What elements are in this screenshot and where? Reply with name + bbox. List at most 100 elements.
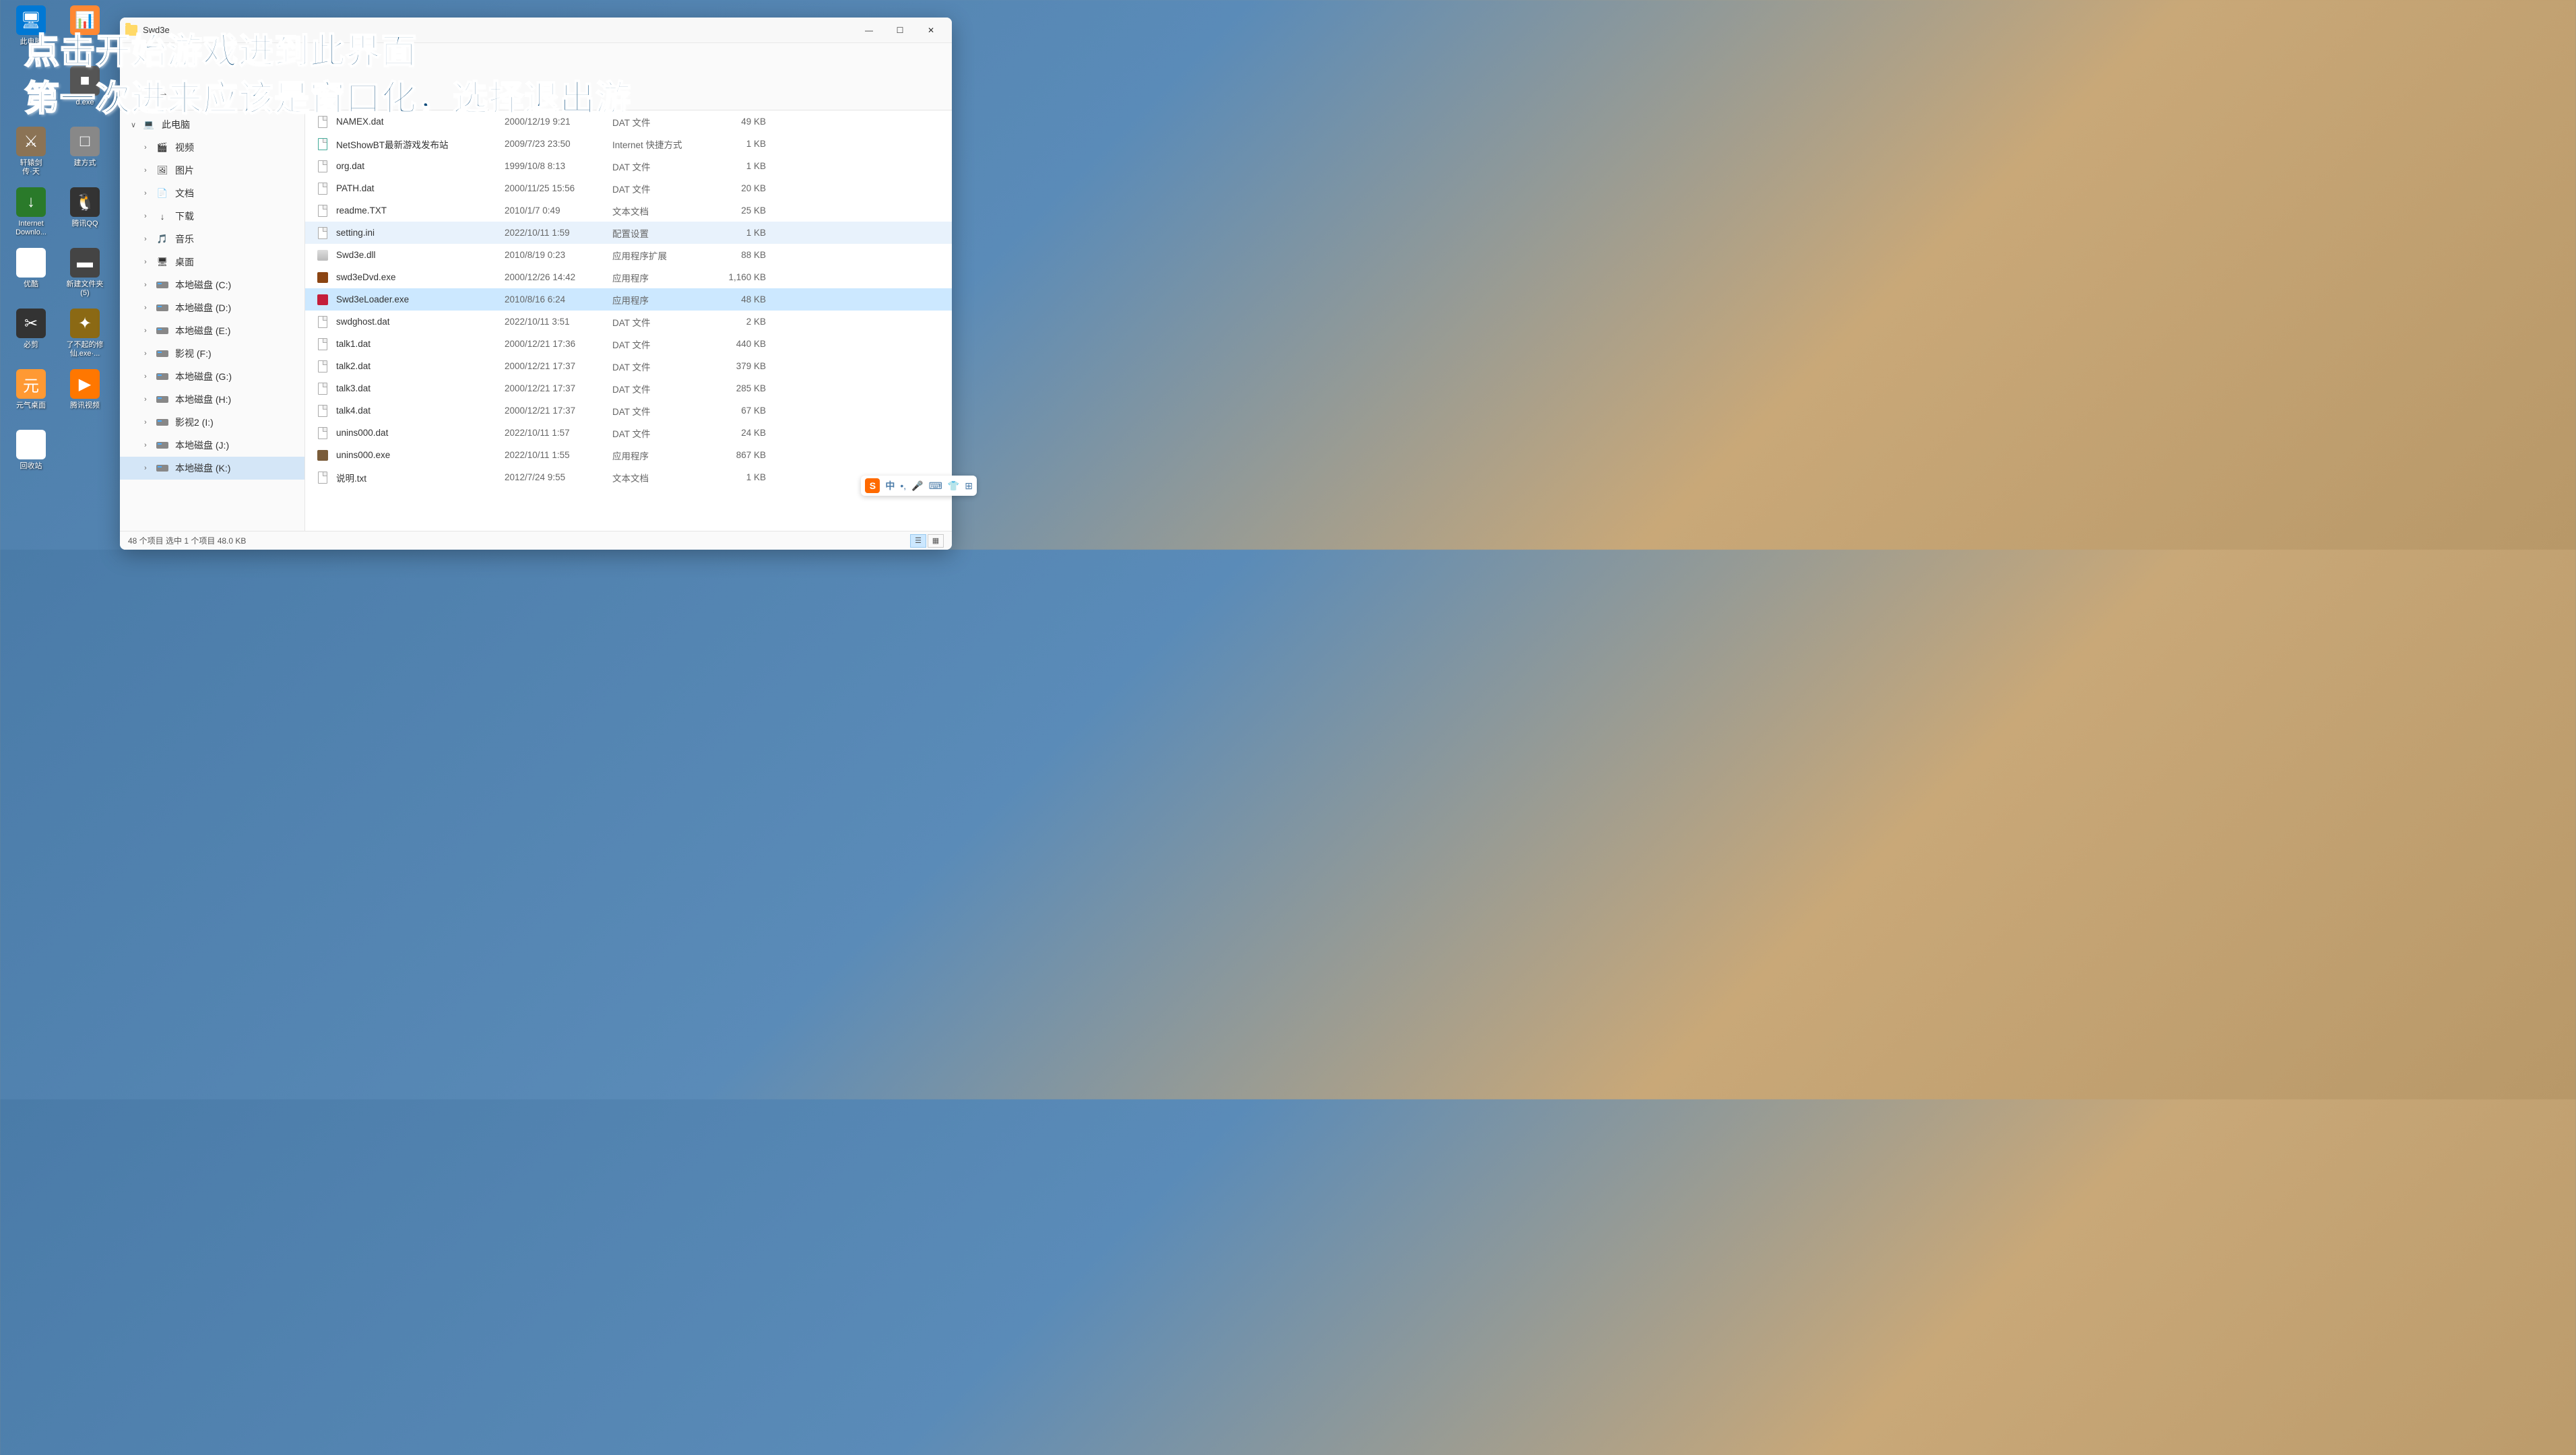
desktop-icon[interactable]: □建方式: [61, 127, 109, 168]
desktop-icon[interactable]: 元元气桌面: [7, 369, 55, 410]
file-list[interactable]: NAMEX.dat2000/12/19 9:21DAT 文件49 KBNetSh…: [305, 110, 952, 531]
ime-mode[interactable]: 中: [885, 479, 895, 492]
sogou-icon[interactable]: S: [865, 478, 880, 493]
file-row[interactable]: talk1.dat2000/12/21 17:36DAT 文件440 KB: [305, 333, 952, 355]
tree-item[interactable]: ›🎵音乐: [120, 228, 304, 251]
chevron-icon[interactable]: ›: [144, 464, 155, 472]
mic-icon[interactable]: 🎤: [911, 480, 923, 492]
desktop-icon[interactable]: ⚔轩辕剑传·天: [7, 127, 55, 176]
tree-icon: [155, 325, 170, 337]
chevron-icon[interactable]: ›: [144, 304, 155, 312]
file-type: 配置设置: [612, 226, 713, 240]
tree-label: 本地磁盘 (C:): [175, 278, 304, 292]
desktop-icon[interactable]: 🐧腾讯QQ: [61, 187, 109, 228]
file-row[interactable]: org.dat1999/10/8 8:13DAT 文件1 KB: [305, 155, 952, 177]
tree-item[interactable]: ›本地磁盘 (D:): [120, 296, 304, 319]
file-row[interactable]: swd3eDvd.exe2000/12/26 14:42应用程序1,160 KB: [305, 266, 952, 288]
desktop-icon[interactable]: 🗑回收站: [7, 430, 55, 471]
chevron-icon[interactable]: ›: [144, 235, 155, 243]
file-date: 2000/12/21 17:37: [505, 383, 612, 393]
chevron-icon[interactable]: ›: [144, 350, 155, 358]
titlebar[interactable]: Swd3e — ☐ ✕: [120, 18, 952, 43]
file-row[interactable]: readme.TXT2010/1/7 0:49文本文档25 KB: [305, 199, 952, 222]
view-icons-button[interactable]: ▦: [928, 534, 944, 548]
file-row[interactable]: talk2.dat2000/12/21 17:37DAT 文件379 KB: [305, 355, 952, 377]
file-row[interactable]: unins000.dat2022/10/11 1:57DAT 文件24 KB: [305, 422, 952, 444]
desktop-icon[interactable]: ↓InternetDownlo...: [7, 187, 55, 237]
desktop-icon[interactable]: ▶腾讯视频: [61, 369, 109, 410]
view-details-button[interactable]: ☰: [910, 534, 926, 548]
tree-item[interactable]: ›影视 (F:): [120, 342, 304, 365]
file-size: 88 KB: [713, 250, 774, 260]
desktop-icon[interactable]: 🖥此电脑: [7, 5, 55, 46]
tree-item[interactable]: ›本地磁盘 (E:): [120, 319, 304, 342]
desktop-icon[interactable]: ▶优酷: [7, 248, 55, 289]
tree-item[interactable]: ›🖥桌面: [120, 251, 304, 273]
chevron-icon[interactable]: ›: [144, 395, 155, 403]
chevron-icon[interactable]: ›: [144, 327, 155, 335]
file-name: readme.TXT: [336, 205, 505, 216]
forward-button[interactable]: →: [152, 83, 174, 104]
tree-label: 文档: [175, 187, 304, 200]
file-row[interactable]: Swd3e.dll2010/8/19 0:23应用程序扩展88 KB: [305, 244, 952, 266]
maximize-button[interactable]: ☐: [884, 20, 915, 41]
file-date: 2010/1/7 0:49: [505, 205, 612, 216]
back-button[interactable]: ←: [125, 83, 147, 104]
desktop-icon[interactable]: ■d.exe: [61, 66, 109, 107]
ime-toolbar[interactable]: S 中 •, 🎤 ⌨ 👕 ⊞: [861, 476, 977, 496]
file-type: 应用程序: [612, 271, 713, 284]
file-row[interactable]: talk4.dat2000/12/21 17:37DAT 文件67 KB: [305, 399, 952, 422]
skin-icon[interactable]: 👕: [948, 480, 959, 492]
file-date: 2012/7/24 9:55: [505, 472, 612, 482]
desktop-icon[interactable]: ✦了不起的修仙.exe·...: [61, 309, 109, 358]
tree-label: 图片: [175, 164, 304, 177]
ime-punct-icon[interactable]: •,: [900, 480, 906, 491]
tree-item[interactable]: ›本地磁盘 (H:): [120, 388, 304, 411]
tree-item[interactable]: ›🖼图片: [120, 159, 304, 182]
tree-item[interactable]: ›↓下载: [120, 205, 304, 228]
file-type: DAT 文件: [612, 115, 713, 129]
nav-sidebar[interactable]: ∨💻此电脑›🎬视频›🖼图片›📄文档›↓下载›🎵音乐›🖥桌面›本地磁盘 (C:)›…: [120, 110, 305, 531]
file-size: 1 KB: [713, 161, 774, 171]
chevron-icon[interactable]: ›: [144, 418, 155, 426]
desktop-icon[interactable]: [7, 66, 55, 98]
tree-item[interactable]: ›📄文档: [120, 182, 304, 205]
tree-item[interactable]: ›本地磁盘 (G:): [120, 365, 304, 388]
tree-item[interactable]: ›本地磁盘 (J:): [120, 434, 304, 457]
tree-item[interactable]: ›🎬视频: [120, 136, 304, 159]
keyboard-icon[interactable]: ⌨: [929, 480, 942, 492]
chevron-icon[interactable]: ›: [144, 373, 155, 381]
tree-item[interactable]: ›本地磁盘 (K:): [120, 457, 304, 480]
file-row[interactable]: NAMEX.dat2000/12/19 9:21DAT 文件49 KB: [305, 110, 952, 133]
file-row[interactable]: Swd3eLoader.exe2010/8/16 6:24应用程序48 KB: [305, 288, 952, 311]
chevron-icon[interactable]: ›: [144, 166, 155, 174]
file-row[interactable]: unins000.exe2022/10/11 1:55应用程序867 KB: [305, 444, 952, 466]
file-row[interactable]: 说明.txt2012/7/24 9:55文本文档1 KB: [305, 466, 952, 488]
file-row[interactable]: talk3.dat2000/12/21 17:37DAT 文件285 KB: [305, 377, 952, 399]
file-row[interactable]: setting.ini2022/10/11 1:59配置设置1 KB: [305, 222, 952, 244]
chevron-icon[interactable]: ›: [144, 189, 155, 197]
chevron-icon[interactable]: ∨: [131, 121, 141, 129]
file-row[interactable]: swdghost.dat2022/10/11 3:51DAT 文件2 KB: [305, 311, 952, 333]
file-size: 49 KB: [713, 117, 774, 127]
desktop-icon[interactable]: 📊: [61, 5, 109, 38]
desktop-icon[interactable]: ▬新建文件夹(5): [61, 248, 109, 298]
file-date: 2009/7/23 23:50: [505, 139, 612, 149]
chevron-icon[interactable]: ›: [144, 143, 155, 152]
file-size: 2 KB: [713, 317, 774, 327]
tree-item[interactable]: ›影视2 (I:): [120, 411, 304, 434]
tree-item[interactable]: › 本地磁盘 (C:): [120, 273, 304, 296]
tree-item[interactable]: ∨💻此电脑: [120, 113, 304, 136]
close-button[interactable]: ✕: [915, 20, 946, 41]
file-icon: [316, 249, 329, 262]
file-icon: [316, 337, 329, 351]
chevron-icon[interactable]: ›: [144, 441, 155, 449]
chevron-icon[interactable]: ›: [144, 281, 155, 289]
file-row[interactable]: NetShowBT最新游戏发布站2009/7/23 23:50Internet …: [305, 133, 952, 155]
chevron-icon[interactable]: ›: [144, 258, 155, 266]
minimize-button[interactable]: —: [854, 20, 884, 41]
chevron-icon[interactable]: ›: [144, 212, 155, 220]
desktop-icon[interactable]: ✂必剪: [7, 309, 55, 350]
toolbox-icon[interactable]: ⊞: [965, 480, 973, 492]
file-row[interactable]: PATH.dat2000/11/25 15:56DAT 文件20 KB: [305, 177, 952, 199]
